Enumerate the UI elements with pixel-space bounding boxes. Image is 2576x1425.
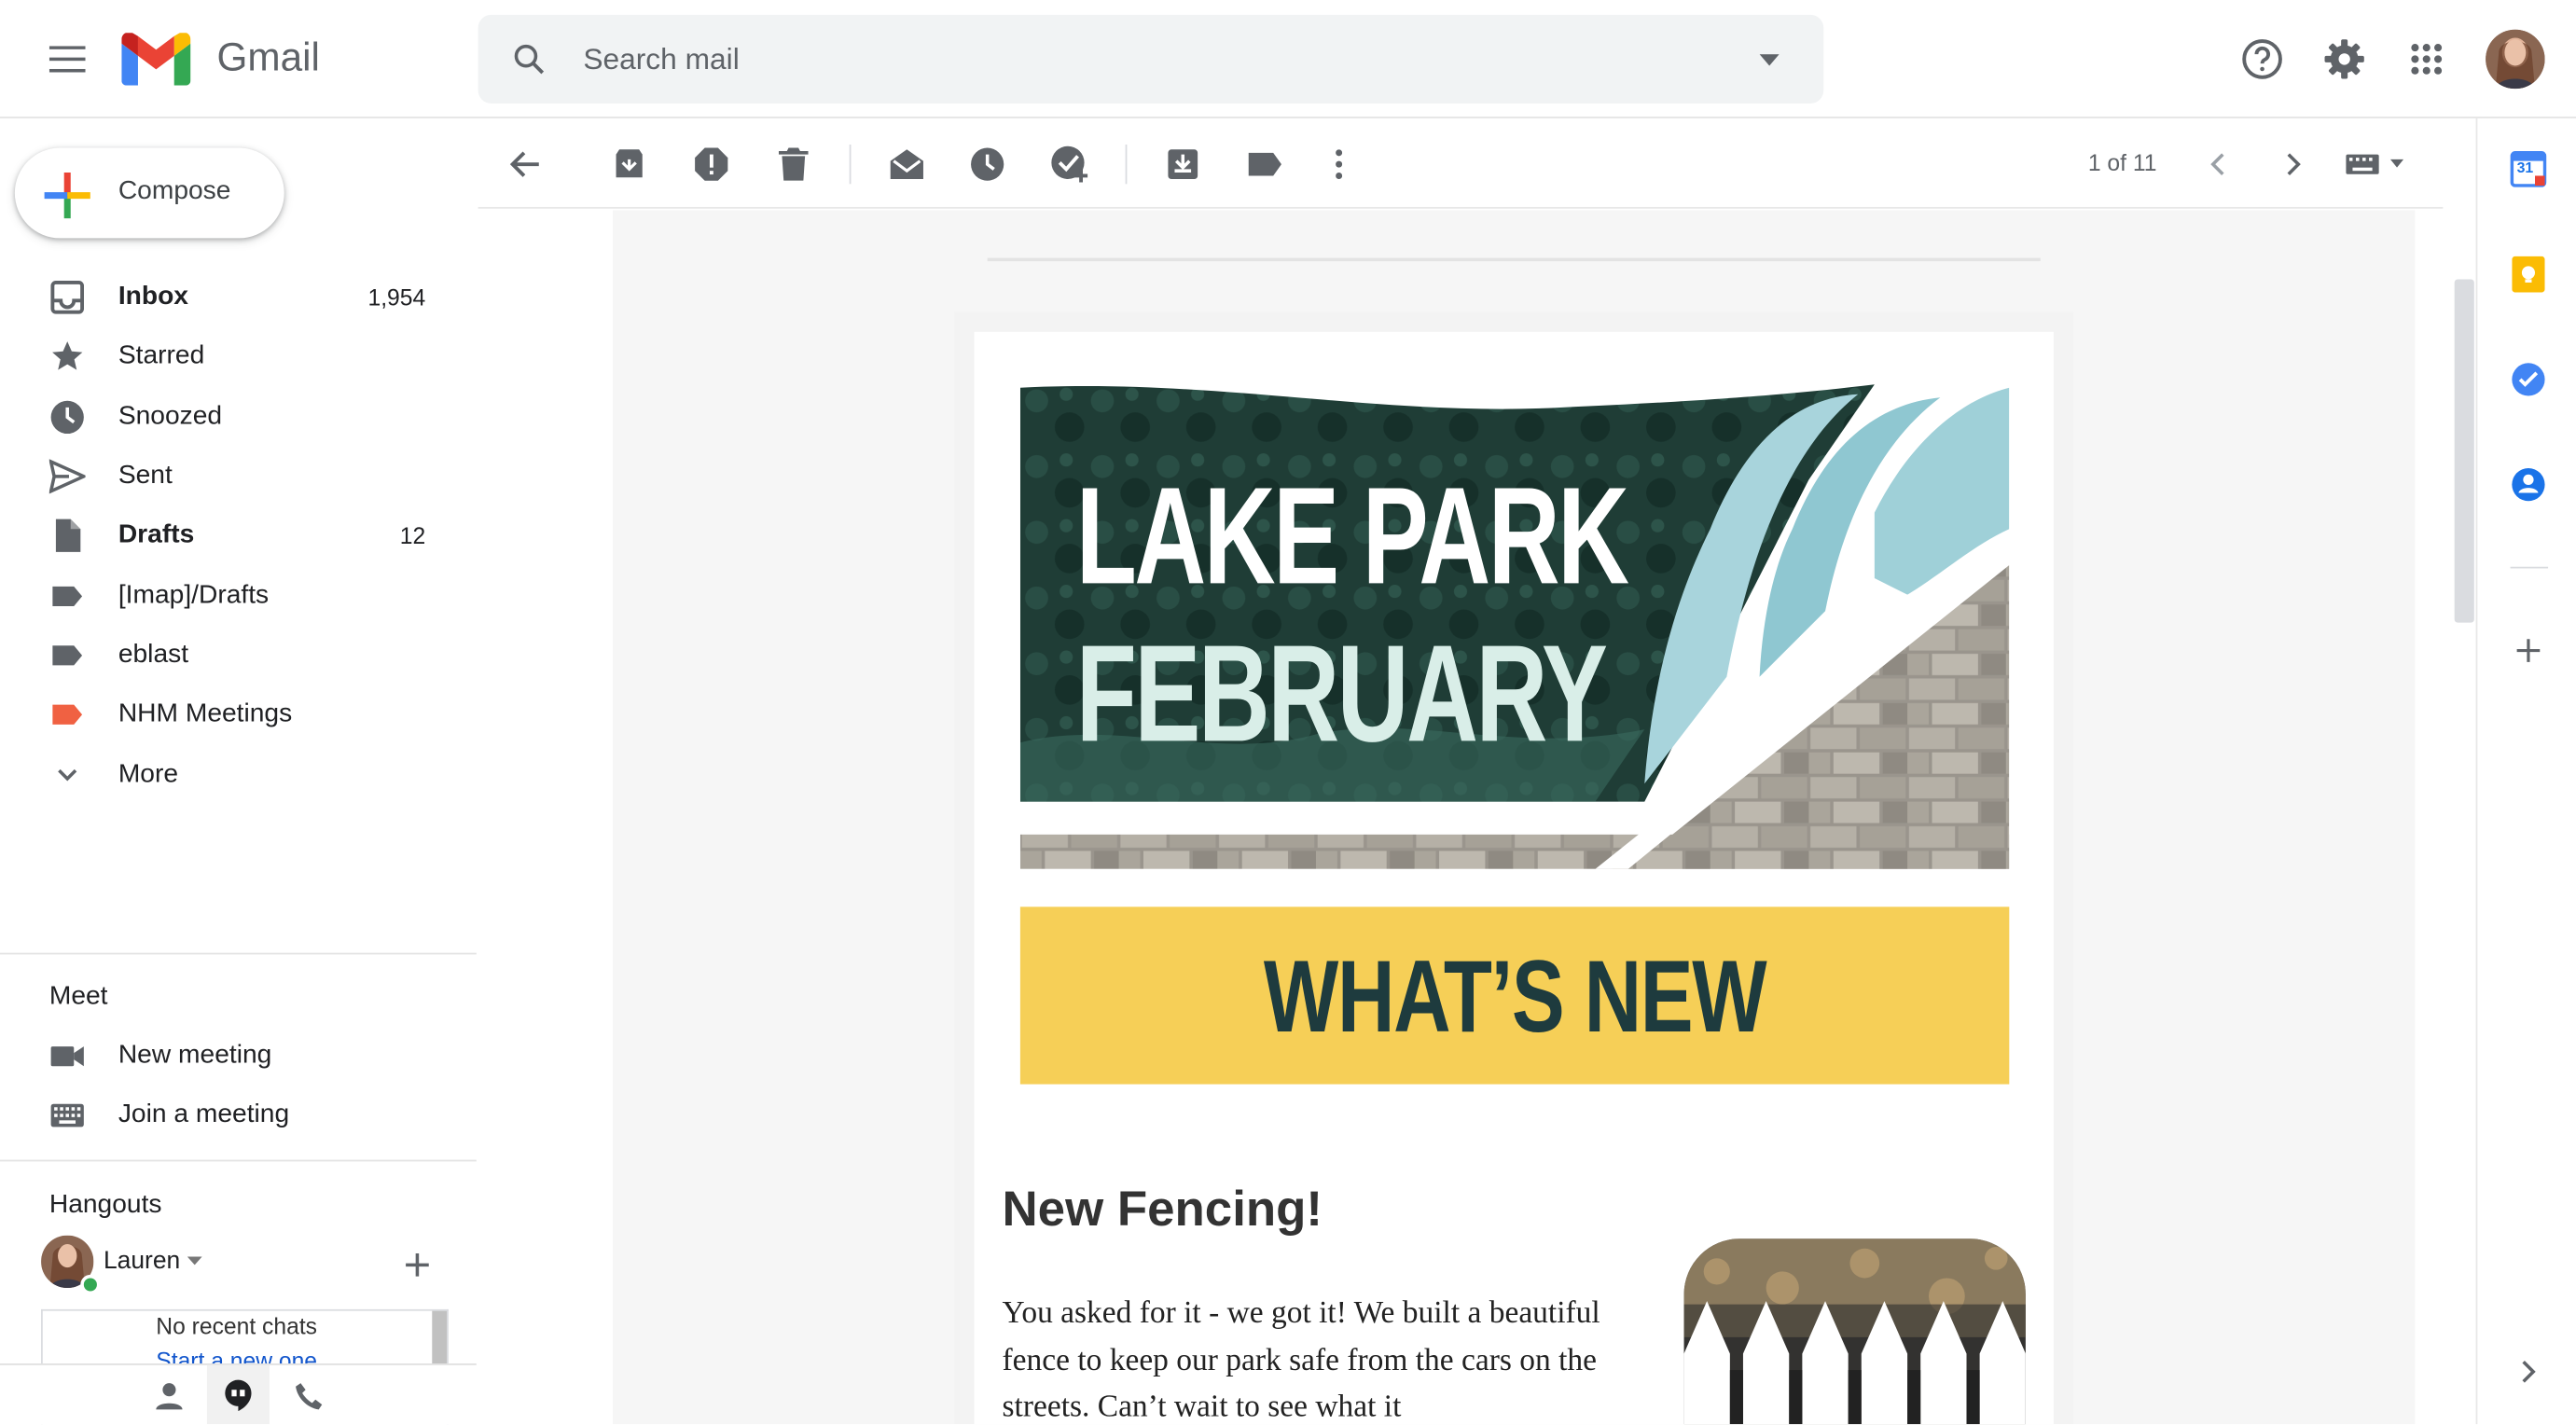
sidebar-divider — [0, 1159, 477, 1162]
more-options-icon[interactable] — [1319, 145, 1358, 184]
tasks-icon[interactable] — [2507, 358, 2550, 401]
online-status-dot — [80, 1274, 101, 1295]
section-heading: New Fencing! — [1002, 1183, 1323, 1238]
toolbar-separator — [1125, 145, 1128, 185]
no-chats-text: No recent chats — [156, 1312, 318, 1339]
sidebar-item-imap-drafts[interactable]: [Imap]/Drafts — [0, 567, 477, 626]
sidebar-item-starred[interactable]: Starred — [0, 327, 477, 386]
app-brand[interactable]: Gmail — [217, 36, 320, 82]
sidebar-item-nhm-meetings[interactable]: NHM Meetings — [0, 685, 477, 744]
clock-icon — [49, 399, 86, 436]
video-camera-icon — [49, 1038, 86, 1074]
apps-grid-icon[interactable] — [2405, 38, 2448, 81]
chat-list-scrollbar[interactable] — [432, 1310, 448, 1364]
toolbar-separator — [849, 145, 852, 185]
side-panel-rail — [2475, 118, 2576, 1425]
sidebar-divider — [0, 952, 477, 955]
show-side-panel-chevron-icon[interactable] — [2514, 1357, 2543, 1387]
hero-title-line1: LAKE PARK — [1075, 458, 1629, 614]
star-icon — [49, 339, 86, 375]
sidebar-item-drafts[interactable]: Drafts 12 — [0, 506, 477, 565]
main-menu-icon[interactable] — [46, 39, 89, 78]
newer-chevron-left-icon[interactable] — [2198, 145, 2237, 184]
archive-icon[interactable] — [610, 145, 649, 184]
add-to-tasks-icon[interactable] — [1050, 145, 1089, 184]
email-divider — [987, 257, 2041, 262]
sidebar-item-eblast[interactable]: eblast — [0, 626, 477, 685]
join-meeting-button[interactable]: Join a meeting — [0, 1086, 477, 1144]
hangouts-user-name[interactable]: Lauren — [104, 1247, 180, 1275]
search-input[interactable]: Search mail — [583, 43, 739, 77]
phone-icon[interactable] — [291, 1378, 327, 1415]
help-icon[interactable] — [2239, 36, 2285, 82]
draft-icon — [49, 518, 86, 554]
sidebar-item-inbox[interactable]: Inbox 1,954 — [0, 268, 477, 326]
snooze-clock-icon[interactable] — [968, 145, 1007, 184]
calendar-day: 31 — [2516, 159, 2534, 176]
draft-count: 12 — [399, 522, 426, 549]
fence-photo — [1683, 1238, 2026, 1425]
keep-notes-icon[interactable] — [2507, 253, 2550, 296]
hangouts-section-title: Hangouts — [48, 1191, 162, 1220]
mark-unread-icon[interactable] — [887, 145, 926, 184]
pagination-text: 1 of 11 — [2087, 149, 2157, 176]
main-scrollbar-thumb[interactable] — [2454, 279, 2474, 623]
delete-trash-icon[interactable] — [774, 145, 813, 184]
contacts-icon[interactable] — [2507, 463, 2550, 506]
sidebar-item-snoozed[interactable]: Snoozed — [0, 388, 477, 447]
section-paragraph: You asked for it - we got it! We built a… — [1002, 1295, 1600, 1425]
move-to-icon[interactable] — [1163, 145, 1202, 184]
report-spam-icon[interactable] — [692, 145, 731, 184]
send-icon — [48, 458, 86, 494]
sidebar-item-label: Starred — [118, 341, 205, 370]
new-chat-plus-icon[interactable] — [401, 1249, 434, 1281]
label-icon — [49, 578, 86, 615]
hangouts-chat-icon[interactable] — [206, 1364, 270, 1425]
new-meeting-label: New meeting — [118, 1041, 272, 1070]
sidebar-item-label: [Imap]/Drafts — [118, 581, 270, 610]
unread-count: 1,954 — [367, 284, 426, 311]
label-icon — [49, 637, 86, 673]
chevron-down-icon — [49, 757, 86, 794]
input-tools-keyboard-icon[interactable] — [2341, 145, 2406, 184]
join-meeting-label: Join a meeting — [118, 1100, 290, 1129]
sidebar-item-label: Inbox — [118, 282, 188, 311]
sidebar-item-label: More — [118, 760, 179, 789]
search-icon[interactable] — [509, 39, 548, 78]
get-addons-plus-icon[interactable] — [2511, 632, 2547, 669]
sidebar-item-label: Drafts — [118, 520, 195, 549]
whats-new-text: WHAT’S NEW — [1263, 941, 1767, 1055]
gmail-logo-icon[interactable] — [121, 33, 191, 86]
back-arrow-icon[interactable] — [506, 145, 546, 184]
new-meeting-button[interactable]: New meeting — [0, 1027, 477, 1086]
account-avatar[interactable] — [2486, 29, 2545, 90]
hero-title-line2: FEBRUARY — [1075, 616, 1608, 771]
label-icon — [49, 697, 86, 733]
sidebar-item-label: NHM Meetings — [118, 699, 293, 728]
labels-tag-icon[interactable] — [1245, 145, 1284, 184]
rail-divider — [2510, 566, 2549, 569]
compose-plus-icon — [43, 171, 92, 220]
older-chevron-right-icon[interactable] — [2274, 145, 2313, 184]
sidebar-item-sent[interactable]: Sent — [0, 447, 477, 505]
inbox-icon — [49, 279, 86, 315]
meet-section-title: Meet — [48, 982, 108, 1011]
search-options-icon[interactable] — [1752, 43, 1788, 76]
contacts-person-icon[interactable] — [151, 1378, 187, 1415]
sidebar-item-label: eblast — [118, 640, 189, 669]
sidebar-item-label: Sent — [118, 461, 173, 490]
settings-gear-icon[interactable] — [2321, 36, 2367, 82]
status-dropdown-icon[interactable] — [186, 1253, 202, 1266]
sidebar-item-label: Snoozed — [118, 402, 223, 431]
keyboard-icon — [49, 1098, 86, 1134]
sidebar-item-more[interactable]: More — [0, 746, 477, 805]
compose-label: Compose — [118, 177, 231, 206]
